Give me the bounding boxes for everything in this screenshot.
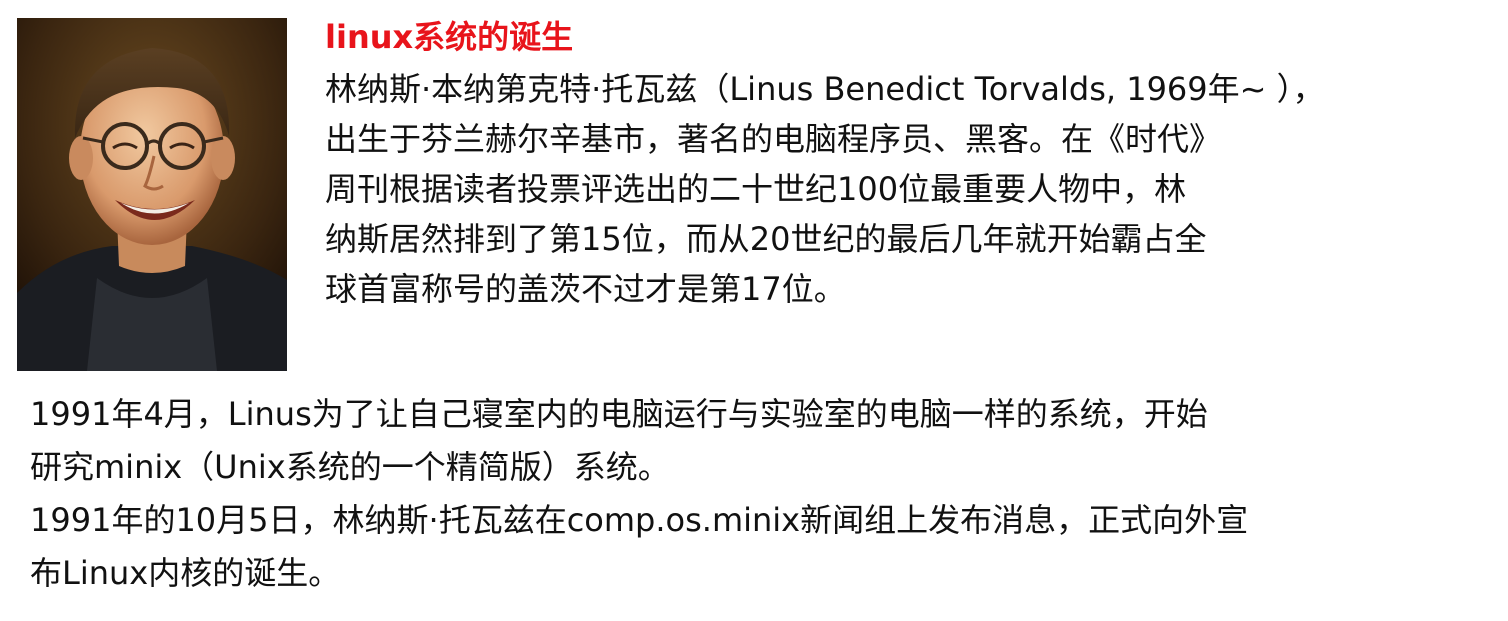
history-line: 1991年的10月5日，林纳斯·托瓦兹在comp.os.minix新闻组上发布消… (30, 501, 1249, 539)
history-paragraph: 1991年4月，Linus为了让自己寝室内的电脑运行与实验室的电脑一样的系统，开… (30, 388, 1490, 600)
bio-line: 出生于芬兰赫尔辛基市，著名的电脑程序员、黑客。在《时代》 (325, 120, 1222, 158)
history-line: 1991年4月，Linus为了让自己寝室内的电脑运行与实验室的电脑一样的系统，开… (30, 395, 1208, 433)
history-line: 布Linux内核的诞生。 (30, 554, 341, 592)
bio-line: 林纳斯·本纳第克特·托瓦兹（Linus Benedict Torvalds, 1… (325, 70, 1325, 108)
article-title: linux系统的诞生 (325, 18, 574, 56)
history-line: 研究minix（Unix系统的一个精简版）系统。 (30, 448, 670, 486)
bio-line: 纳斯居然排到了第15位，而从20世纪的最后几年就开始霸占全 (325, 220, 1207, 258)
bio-line: 球首富称号的盖茨不过才是第17位。 (325, 270, 846, 308)
portrait-image (17, 18, 287, 371)
portrait-photo (17, 18, 287, 371)
bio-paragraph: 林纳斯·本纳第克特·托瓦兹（Linus Benedict Torvalds, 1… (325, 64, 1485, 314)
bio-line: 周刊根据读者投票评选出的二十世纪100位最重要人物中，林 (325, 170, 1187, 208)
